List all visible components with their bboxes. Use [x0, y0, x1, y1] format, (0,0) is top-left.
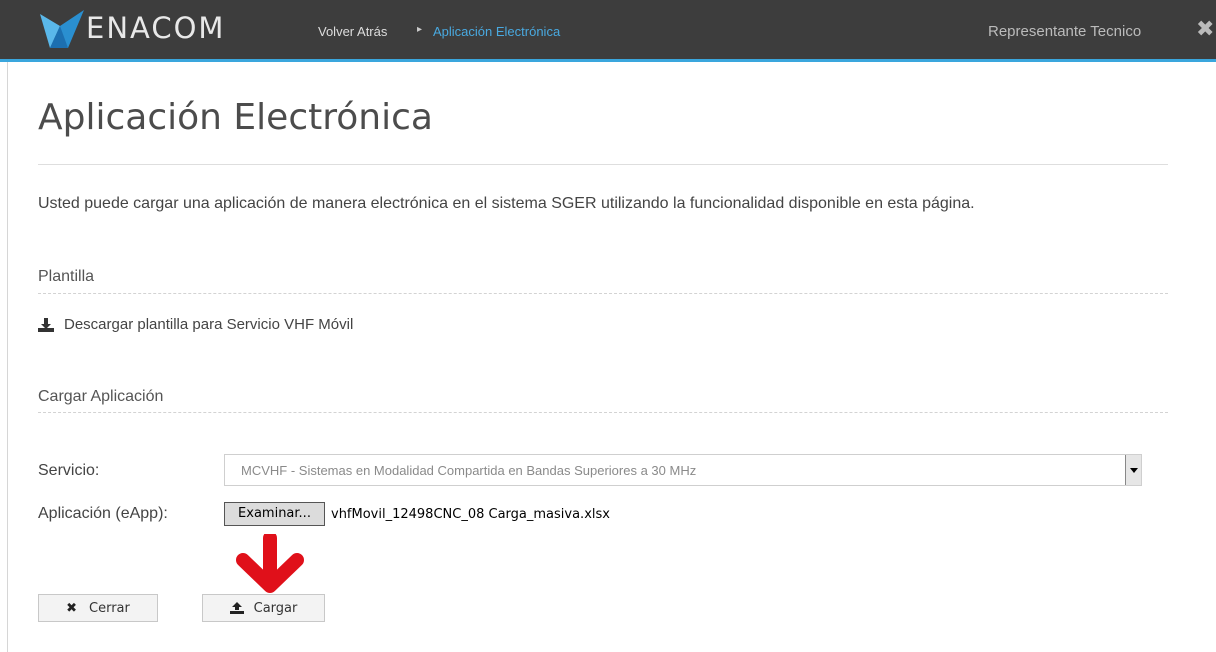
cargar-button[interactable]: Cargar: [202, 594, 325, 622]
section-divider: [38, 412, 1168, 413]
section-heading-plantilla: Plantilla: [38, 268, 95, 285]
servicio-label: Servicio:: [38, 462, 100, 479]
breadcrumb-back-link[interactable]: Volver Atrás: [318, 24, 387, 39]
logout-close-icon[interactable]: ✖: [1196, 18, 1214, 40]
brand-name: ENACOM: [86, 11, 226, 45]
left-border: [7, 62, 8, 652]
upload-icon: [229, 602, 244, 614]
cargar-label: Cargar: [253, 600, 298, 616]
breadcrumb-separator-icon: ▸: [417, 24, 423, 35]
download-template-link[interactable]: Descargar plantilla para Servicio VHF Mó…: [38, 316, 353, 333]
section-divider: [38, 293, 1168, 294]
download-icon: [38, 317, 54, 332]
section-heading-cargar: Cargar Aplicación: [38, 388, 164, 405]
servicio-select[interactable]: MCVHF - Sistemas en Modalidad Compartida…: [224, 454, 1142, 486]
enacom-logo-icon: [40, 10, 84, 48]
page-title: Aplicación Electrónica: [38, 97, 433, 138]
selected-file-name: vhfMovil_12498CNC_08 Carga_masiva.xlsx: [331, 507, 610, 522]
cerrar-label: Cerrar: [89, 600, 130, 616]
aplicacion-label: Aplicación (eApp):: [38, 505, 168, 522]
intro-text: Usted puede cargar una aplicación de man…: [38, 195, 975, 212]
top-bar: ENACOM Volver Atrás ▸ Aplicación Electró…: [0, 0, 1216, 62]
close-icon: ✖: [66, 600, 78, 616]
breadcrumb-current: Aplicación Electrónica: [433, 24, 561, 39]
browse-file-button[interactable]: Examinar...: [224, 502, 325, 526]
cerrar-button[interactable]: ✖ Cerrar: [38, 594, 158, 622]
chevron-down-icon[interactable]: [1125, 455, 1141, 485]
user-role[interactable]: Representante Tecnico: [988, 23, 1141, 40]
servicio-selected-value: MCVHF - Sistemas en Modalidad Compartida…: [241, 463, 697, 478]
title-divider: [38, 164, 1168, 165]
down-arrow-annotation-icon: [236, 534, 304, 593]
download-template-label: Descargar plantilla para Servicio VHF Mó…: [64, 316, 354, 333]
